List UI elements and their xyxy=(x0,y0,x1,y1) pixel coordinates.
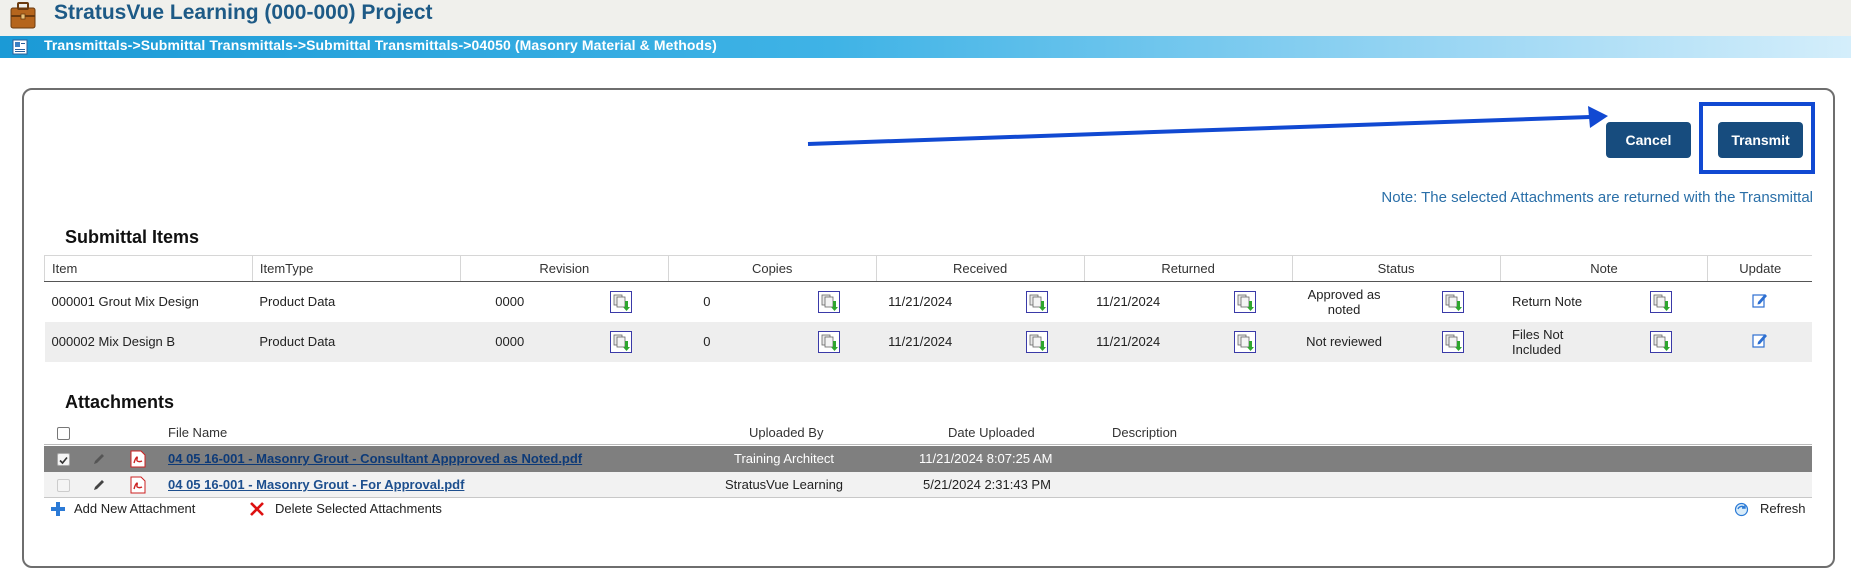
file-name-link[interactable]: 04 05 16-001 - Masonry Grout - For Appro… xyxy=(168,477,464,492)
import-icon[interactable] xyxy=(818,290,841,313)
attachments-note: Note: The selected Attachments are retur… xyxy=(1381,189,1813,206)
submittal-items-table: Item ItemType Revision Copies Received R… xyxy=(44,255,1812,362)
pencil-icon[interactable] xyxy=(92,478,106,492)
transmit-button[interactable]: Transmit xyxy=(1718,122,1803,158)
col-item[interactable]: Item xyxy=(44,255,253,282)
refresh-icon[interactable] xyxy=(1734,502,1749,517)
attachments-header: File Name Uploaded By Date Uploaded Desc… xyxy=(44,421,1812,445)
note-value: Return Note xyxy=(1512,294,1583,310)
col-itemtype[interactable]: ItemType xyxy=(251,255,461,282)
plus-icon[interactable] xyxy=(50,501,66,517)
pdf-icon xyxy=(130,476,146,494)
row-checkbox[interactable] xyxy=(57,479,70,492)
attachment-row[interactable]: 04 05 16-001 - Masonry Grout - Consultan… xyxy=(44,446,1812,472)
note-value: Files Not Included xyxy=(1512,326,1564,357)
table-row: 000001 Grout Mix Design Product Data 000… xyxy=(45,282,1813,322)
pencil-icon[interactable] xyxy=(92,452,106,466)
col-received[interactable]: Received xyxy=(875,255,1085,282)
app-title: StratusVue Learning (000-000) Project xyxy=(54,1,433,24)
edit-icon[interactable] xyxy=(1752,292,1768,308)
status-value: Not reviewed xyxy=(1306,334,1382,349)
attachments-title: Attachments xyxy=(65,392,175,412)
uploaded-by-value: StratusVue Learning xyxy=(725,477,844,492)
import-icon[interactable] xyxy=(1649,290,1672,313)
status-value: Approved as noted xyxy=(1307,286,1381,317)
attachment-row[interactable]: 04 05 16-001 - Masonry Grout - For Appro… xyxy=(44,472,1812,498)
breadcrumb-text[interactable]: Transmittals->Submittal Transmittals->Su… xyxy=(44,37,717,53)
add-attachment-button[interactable]: Add New Attachment xyxy=(74,501,195,516)
item-cell: 000002 Mix Design B xyxy=(44,321,253,362)
col-description[interactable]: Description xyxy=(1112,425,1177,440)
import-icon[interactable] xyxy=(1442,290,1465,313)
import-icon[interactable] xyxy=(1649,330,1672,353)
import-icon[interactable] xyxy=(1442,330,1465,353)
col-update[interactable]: Update xyxy=(1707,255,1812,282)
received-value: 11/21/2024 xyxy=(888,334,953,349)
col-note[interactable]: Note xyxy=(1499,255,1708,282)
col-copies[interactable]: Copies xyxy=(667,255,877,282)
itemtype-cell: Product Data xyxy=(252,321,461,362)
attachments-toolbar: Add New Attachment Delete Selected Attac… xyxy=(44,498,1812,520)
revision-value: 0000 xyxy=(495,294,525,310)
returned-value: 11/21/2024 xyxy=(1096,334,1161,349)
select-all-checkbox[interactable] xyxy=(57,427,70,440)
row-checkbox[interactable] xyxy=(57,453,70,466)
date-uploaded-value: 11/21/2024 8:07:25 AM xyxy=(919,451,1053,466)
title-bar: StratusVue Learning (000-000) Project xyxy=(0,0,1851,36)
delete-attachments-button[interactable]: Delete Selected Attachments xyxy=(275,501,442,516)
returned-value: 11/21/2024 xyxy=(1096,294,1161,310)
refresh-button[interactable]: Refresh xyxy=(1760,501,1806,516)
delete-icon[interactable] xyxy=(249,501,265,517)
date-uploaded-value: 5/21/2024 2:31:43 PM xyxy=(923,477,1051,492)
copies-value: 0 xyxy=(703,294,711,310)
import-icon[interactable] xyxy=(1026,290,1049,313)
annotation-arrow xyxy=(807,106,1608,146)
col-date-uploaded[interactable]: Date Uploaded xyxy=(948,425,1035,440)
pdf-icon xyxy=(130,450,146,468)
breadcrumb: Transmittals->Submittal Transmittals->Su… xyxy=(0,36,1851,58)
col-uploaded-by[interactable]: Uploaded By xyxy=(749,425,823,440)
import-icon[interactable] xyxy=(1234,290,1257,313)
import-icon[interactable] xyxy=(610,290,633,313)
item-cell: 000001 Grout Mix Design xyxy=(51,294,199,310)
col-status[interactable]: Status xyxy=(1291,255,1501,282)
col-file-name[interactable]: File Name xyxy=(168,425,227,440)
edit-icon[interactable] xyxy=(1752,332,1768,348)
revision-value: 0000 xyxy=(495,334,525,349)
table-row: 000002 Mix Design B Product Data 0000 0 … xyxy=(44,321,1812,362)
itemtype-cell: Product Data xyxy=(259,294,336,310)
copies-value: 0 xyxy=(703,334,711,349)
import-icon[interactable] xyxy=(1234,330,1257,353)
check-icon xyxy=(59,456,68,465)
document-icon xyxy=(12,39,28,55)
import-icon[interactable] xyxy=(1026,330,1049,353)
col-revision[interactable]: Revision xyxy=(459,255,669,282)
briefcase-icon xyxy=(10,2,36,29)
received-value: 11/21/2024 xyxy=(888,294,953,310)
file-name-link[interactable]: 04 05 16-001 - Masonry Grout - Consultan… xyxy=(168,451,582,466)
import-icon[interactable] xyxy=(818,330,841,353)
uploaded-by-value: Training Architect xyxy=(734,451,834,466)
col-returned[interactable]: Returned xyxy=(1083,255,1293,282)
cancel-button[interactable]: Cancel xyxy=(1606,122,1691,158)
import-icon[interactable] xyxy=(610,330,633,353)
submittal-items-title: Submittal Items xyxy=(65,227,200,247)
